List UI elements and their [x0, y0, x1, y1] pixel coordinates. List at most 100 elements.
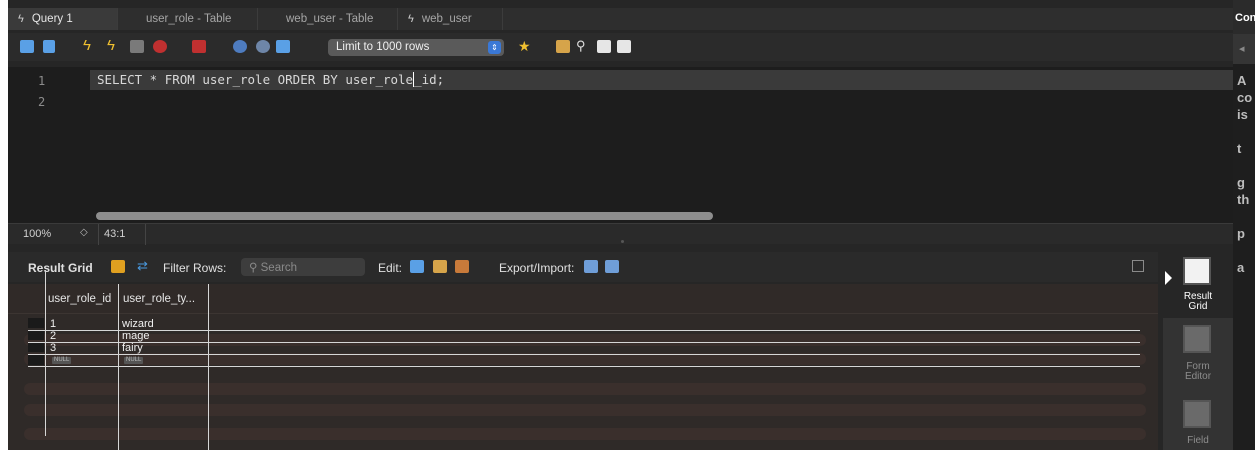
grid-layout-icon[interactable]: [111, 260, 125, 273]
row-selector[interactable]: [28, 330, 44, 340]
line-number: 2: [38, 95, 46, 109]
row-divider: [28, 366, 1140, 367]
invisible-chars-icon[interactable]: [597, 40, 611, 53]
horizontal-scrollbar[interactable]: [96, 212, 713, 220]
field-types-icon: [1183, 400, 1211, 428]
bolt-icon: ϟ: [408, 13, 414, 25]
delete-row-icon[interactable]: [455, 260, 469, 273]
side-item-field-types[interactable]: Field: [1163, 384, 1233, 450]
context-help-panel: Con ◂ A co is t g th p a: [1233, 0, 1255, 450]
row-divider: [28, 330, 1140, 331]
column-divider: [208, 284, 209, 450]
column-divider: [45, 270, 46, 436]
stop-icon[interactable]: [153, 40, 167, 53]
side-label: Field: [1187, 435, 1209, 446]
row-selector[interactable]: [28, 342, 44, 352]
sql-editor[interactable]: 1 2 SELECT * FROM user_role ORDER BY use…: [8, 67, 1233, 223]
search-icon: ⚲: [249, 262, 261, 274]
null-badge[interactable]: NULL: [124, 357, 144, 364]
status-separator: [98, 224, 99, 245]
context-help-nav[interactable]: ◂: [1233, 34, 1255, 64]
zoom-stepper-icon[interactable]: ◇: [80, 227, 88, 238]
cursor-position: 43:1: [104, 228, 126, 240]
insert-row-icon[interactable]: [433, 260, 447, 273]
grid-header: user_role_id user_role_ty...: [8, 284, 1158, 314]
sql-code-text-tail: _id;: [414, 72, 445, 87]
query-tab-bar: ϟ Query 1 user_role - Table web_user - T…: [8, 8, 1233, 30]
result-toolbar: Result Grid ⇄ Filter Rows: ⚲ Search Edit…: [8, 252, 1158, 282]
execute-icon[interactable]: ϟ: [83, 37, 97, 54]
zoom-level[interactable]: 100%: [23, 228, 51, 240]
wrap-icon[interactable]: [617, 40, 631, 53]
column-header[interactable]: user_role_id: [48, 293, 111, 305]
sql-code-text: SELECT * FROM user_role ORDER BY user_ro…: [97, 72, 414, 87]
side-label: Grid: [1188, 301, 1208, 312]
context-help-text: A co is t g th p a: [1237, 73, 1253, 275]
cell-user-role-id[interactable]: 1: [50, 318, 56, 330]
limit-rows-value: Limit to 1000 rows: [336, 41, 430, 53]
row-divider: [28, 342, 1140, 343]
tab-user-role-table[interactable]: user_role - Table: [118, 8, 258, 30]
search-placeholder: Search: [260, 262, 298, 274]
row-selector[interactable]: [28, 318, 44, 328]
explain-icon[interactable]: [130, 40, 144, 53]
export-import-label: Export/Import:: [499, 261, 575, 275]
save-icon[interactable]: [43, 40, 55, 53]
limit-rows-select[interactable]: Limit to 1000 rows ⇕: [328, 39, 504, 56]
null-badge[interactable]: NULL: [52, 357, 72, 364]
open-folder-icon[interactable]: [20, 40, 34, 53]
filter-rows-label: Filter Rows:: [163, 261, 227, 275]
cell-user-role-id[interactable]: 2: [50, 330, 56, 342]
toggle-error-icon[interactable]: [192, 40, 206, 53]
side-item-form-editor[interactable]: Form Editor: [1163, 318, 1233, 384]
autocommit-icon[interactable]: [276, 40, 290, 53]
row-stripe: [24, 428, 1146, 440]
sql-editor-toolbar: ϟ ϟ Limit to 1000 rows ⇕ ★ ⚲: [8, 33, 1233, 61]
tab-query-1[interactable]: ϟ Query 1: [8, 8, 118, 30]
status-separator: [145, 224, 146, 245]
rollback-icon[interactable]: [256, 40, 270, 53]
cell-user-role-type[interactable]: mage: [122, 330, 150, 342]
execute-current-icon[interactable]: ϟ: [107, 37, 121, 54]
commit-icon[interactable]: [233, 40, 247, 53]
line-number: 1: [38, 74, 46, 88]
toggle-maximize-icon[interactable]: [1132, 260, 1144, 272]
row-divider: [28, 354, 1140, 355]
edit-label: Edit:: [378, 261, 403, 275]
tab-web-user[interactable]: ϟ web_user: [398, 8, 503, 30]
column-header[interactable]: user_role_ty...: [123, 293, 195, 305]
side-label: Editor: [1184, 371, 1212, 382]
form-editor-icon: [1183, 325, 1211, 353]
row-stripe: [24, 404, 1146, 416]
row-stripe: [24, 334, 1146, 346]
result-grid[interactable]: user_role_id user_role_ty... 1 wizard 2 …: [8, 270, 1158, 450]
cell-user-role-type[interactable]: wizard: [122, 318, 154, 330]
cell-user-role-id[interactable]: 3: [50, 342, 56, 354]
export-icon[interactable]: [584, 260, 598, 273]
beautify-icon[interactable]: [556, 40, 570, 53]
tab-web-user-table[interactable]: web_user - Table: [258, 8, 398, 30]
result-grid-icon: [1183, 257, 1211, 285]
tab-label: web_user: [421, 13, 472, 25]
bookmark-icon[interactable]: ★: [518, 38, 532, 54]
filter-search-input[interactable]: ⚲ Search: [241, 258, 365, 276]
row-selector[interactable]: [28, 355, 44, 365]
result-view-switcher: Result Grid Form Editor Field: [1163, 252, 1233, 450]
row-stripe: [24, 383, 1146, 395]
tab-label: user_role - Table: [146, 13, 232, 25]
find-icon[interactable]: ⚲: [576, 38, 590, 53]
sql-code-line[interactable]: SELECT * FROM user_role ORDER BY user_ro…: [97, 72, 444, 87]
side-item-result-grid[interactable]: Result Grid: [1163, 252, 1233, 318]
selected-indicator-icon: [1165, 271, 1172, 285]
context-help-header: Con: [1233, 0, 1255, 34]
splitter-handle[interactable]: [621, 240, 624, 243]
tab-label: web_user - Table: [286, 13, 374, 25]
column-divider: [118, 284, 119, 450]
select-arrows-icon: ⇕: [488, 41, 501, 54]
tab-label: Query 1: [31, 13, 73, 25]
cell-user-role-type[interactable]: fairy: [122, 342, 143, 354]
import-icon[interactable]: [605, 260, 619, 273]
edit-row-icon[interactable]: [410, 260, 424, 273]
refresh-icon[interactable]: ⇄: [137, 258, 151, 273]
result-grid-title: Result Grid: [28, 261, 93, 275]
